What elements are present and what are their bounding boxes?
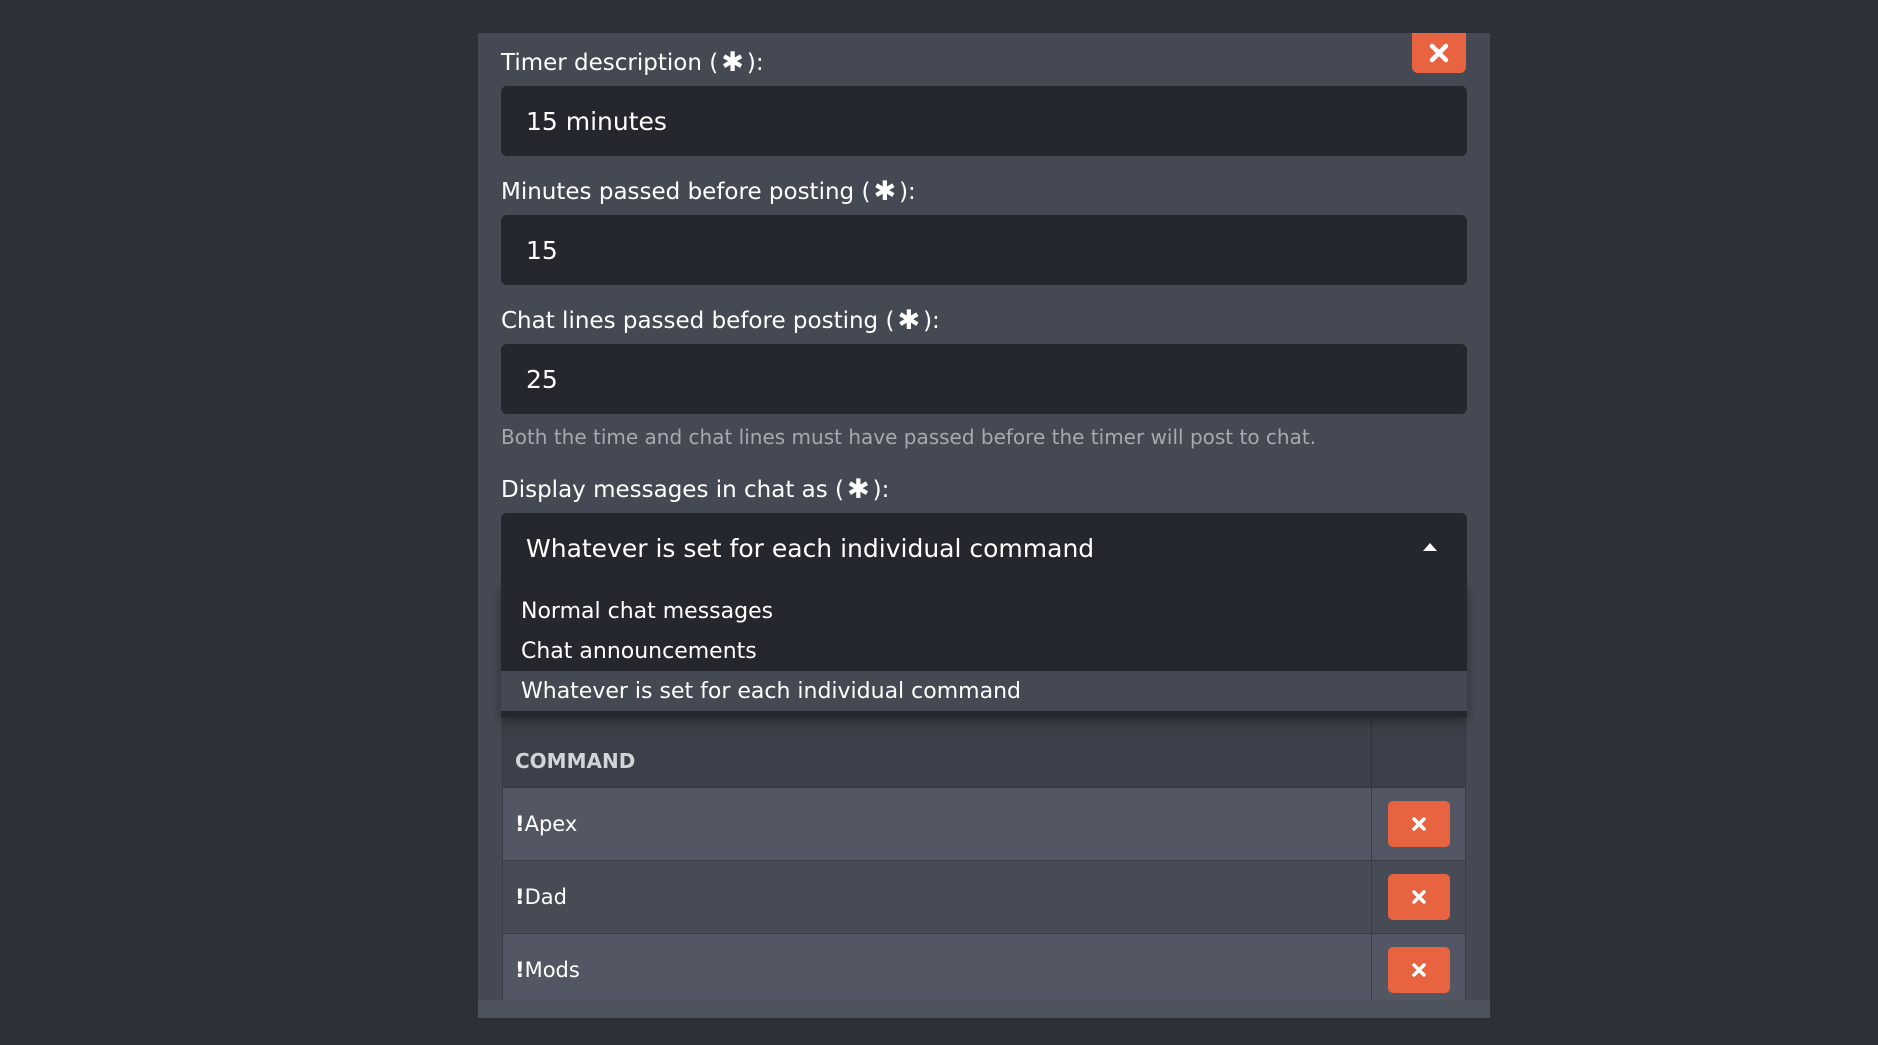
display-messages-dropdown: Normal chat messages Chat announcements … [501,583,1467,717]
command-name: Dad [524,885,567,909]
minutes-input[interactable]: 15 [501,215,1467,285]
timer-description-value: 15 minutes [526,106,667,136]
chat-lines-label: Chat lines passed before posting ( ✱ ): [501,307,940,334]
asterisk-icon: ✱ [847,474,870,505]
table-row: ! Mods [502,934,1466,1007]
modal-footer-strip [478,1000,1490,1018]
label-text-end: ): [899,178,916,205]
command-prefix: ! [515,812,525,836]
table-header: COMMAND [502,705,1466,788]
times-icon [1411,817,1426,831]
table-row: ! Dad [502,861,1466,934]
commands-table: COMMAND ! Apex ! Dad ! Mods [502,705,1466,1007]
action-cell [1372,861,1465,933]
asterisk-icon: ✱ [897,305,921,336]
remove-command-button[interactable] [1387,947,1450,993]
times-icon [1411,890,1426,904]
chat-lines-input[interactable]: 25 [501,344,1467,414]
action-cell [1372,788,1465,860]
display-messages-select[interactable]: Whatever is set for each individual comm… [501,513,1467,583]
table-row: ! Apex [502,788,1466,861]
minutes-value: 15 [526,235,558,265]
chat-lines-value: 25 [526,364,558,394]
dropdown-option-normal[interactable]: Normal chat messages [501,591,1467,631]
command-cell: ! Apex [503,788,1372,860]
timer-description-label: Timer description ( ✱ ): [501,49,764,76]
times-icon [1411,963,1426,977]
timer-description-input[interactable]: 15 minutes [501,86,1467,156]
help-text: Both the time and chat lines must have p… [501,425,1317,449]
command-column-header: COMMAND [503,706,1372,787]
command-name: Apex [524,812,578,836]
label-text: Chat lines passed before posting ( [501,307,895,334]
command-cell: ! Dad [503,861,1372,933]
command-prefix: ! [515,958,525,982]
close-modal-button[interactable] [1412,33,1466,73]
asterisk-icon: ✱ [721,47,744,78]
command-name: Mods [524,958,580,982]
display-messages-value: Whatever is set for each individual comm… [526,533,1095,563]
asterisk-icon: ✱ [873,176,897,207]
action-cell [1372,934,1465,1006]
dropdown-option-individual[interactable]: Whatever is set for each individual comm… [501,671,1467,711]
command-cell: ! Mods [503,934,1372,1006]
label-text: Display messages in chat as ( [501,476,845,503]
action-column-header [1372,706,1465,787]
label-text-end: ): [923,307,940,334]
caret-up-icon [1423,543,1437,551]
label-text-end: ): [872,476,890,503]
command-prefix: ! [515,885,525,909]
label-text-end: ): [746,49,764,76]
timer-edit-modal: Timer description ( ✱ ): 15 minutes Minu… [478,33,1490,1018]
dropdown-option-announcements[interactable]: Chat announcements [501,631,1467,671]
display-messages-label: Display messages in chat as ( ✱ ): [501,476,889,503]
label-text: Minutes passed before posting ( [501,178,871,205]
close-icon [1429,43,1449,63]
minutes-label: Minutes passed before posting ( ✱ ): [501,178,916,205]
label-text: Timer description ( [501,49,719,76]
remove-command-button[interactable] [1387,874,1450,920]
remove-command-button[interactable] [1387,801,1450,847]
